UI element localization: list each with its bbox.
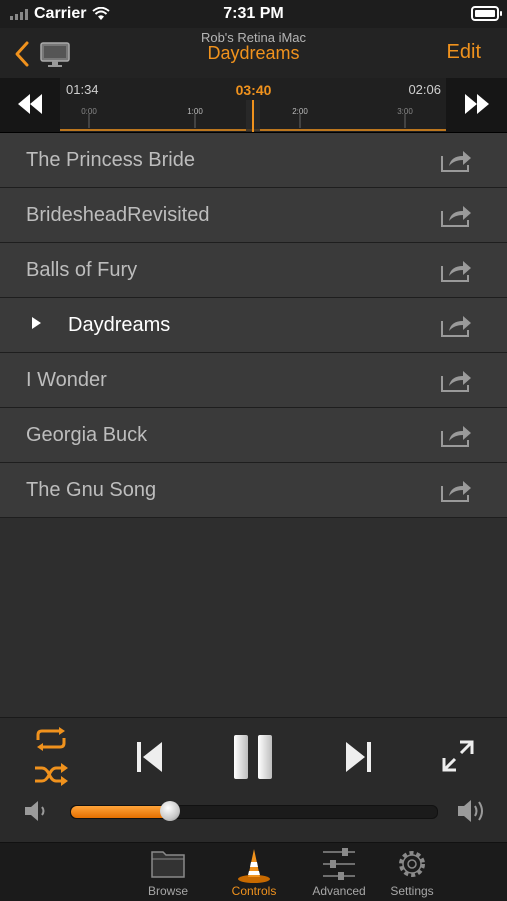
- nav-bar: Rob's Retina iMac Daydreams Edit: [0, 28, 507, 78]
- volume-low-icon[interactable]: [22, 798, 52, 824]
- tab-advanced[interactable]: Advanced: [301, 843, 377, 901]
- share-icon[interactable]: [439, 477, 473, 503]
- status-bar: Carrier 7:31 PM: [0, 0, 507, 28]
- battery-icon: [471, 6, 502, 21]
- playlist-item[interactable]: Georgia Buck: [0, 408, 507, 463]
- playlist-item[interactable]: The Gnu Song: [0, 463, 507, 518]
- cone-icon: [238, 849, 270, 883]
- tick-label: 3:00: [397, 107, 413, 116]
- tab-label: Advanced: [312, 884, 366, 898]
- timeline-ticks[interactable]: 0:00 1:00 2:00 3:00: [60, 100, 446, 132]
- shuffle-icon[interactable]: [32, 762, 70, 788]
- song-title: The Gnu Song: [26, 479, 157, 501]
- playback-controls: [0, 717, 507, 843]
- playlist-item[interactable]: The Princess Bride: [0, 133, 507, 188]
- song-title: Daydreams: [68, 314, 171, 336]
- tick-label: 1:00: [187, 107, 203, 116]
- song-title: I Wonder: [26, 369, 107, 391]
- tab-label: Controls: [231, 884, 277, 898]
- folder-icon: [151, 851, 185, 878]
- song-title: The Princess Bride: [26, 149, 195, 171]
- share-icon[interactable]: [439, 367, 473, 393]
- tab-browse[interactable]: Browse: [130, 843, 206, 901]
- now-playing-icon: [32, 317, 41, 329]
- gear-icon: [399, 851, 425, 877]
- tab-controls[interactable]: Controls: [216, 843, 292, 901]
- share-icon[interactable]: [439, 312, 473, 338]
- share-icon[interactable]: [439, 202, 473, 228]
- share-icon[interactable]: [439, 422, 473, 448]
- next-icon[interactable]: [342, 738, 374, 776]
- page-title: Daydreams: [207, 43, 300, 63]
- repeat-icon[interactable]: [32, 726, 70, 752]
- song-title: BridesheadRevisited: [26, 204, 210, 226]
- tab-bar: Browse Controls Advanced Settings: [0, 842, 507, 901]
- previous-icon[interactable]: [134, 738, 166, 776]
- volume-fill: [71, 806, 170, 818]
- playlist-item[interactable]: BridesheadRevisited: [0, 188, 507, 243]
- fast-forward-icon: [465, 94, 489, 114]
- remaining-time: 02:06: [408, 82, 441, 97]
- volume-slider[interactable]: [70, 801, 438, 821]
- tick-label: 2:00: [292, 107, 308, 116]
- tab-label: Settings: [390, 884, 434, 898]
- share-icon[interactable]: [439, 257, 473, 283]
- tab-label: Browse: [147, 884, 188, 898]
- song-title: Georgia Buck: [26, 424, 148, 446]
- song-title: Balls of Fury: [26, 259, 138, 281]
- playlist: The Princess Bride BridesheadRevisited B…: [0, 133, 507, 518]
- status-time: 7:31 PM: [223, 5, 284, 22]
- fullscreen-icon[interactable]: [440, 738, 476, 774]
- volume-knob[interactable]: [159, 801, 180, 821]
- playlist-item[interactable]: Balls of Fury: [0, 243, 507, 298]
- sliders-icon: [323, 848, 355, 880]
- share-icon[interactable]: [439, 147, 473, 173]
- playlist-item[interactable]: I Wonder: [0, 353, 507, 408]
- scrubber: 01:34 03:40 02:06 0:00 1:00 2:00 3:00: [0, 78, 507, 133]
- playlist-item-current[interactable]: Daydreams: [0, 298, 507, 353]
- tick-label: 0:00: [81, 107, 97, 116]
- pause-icon[interactable]: [230, 732, 276, 782]
- tab-settings[interactable]: Settings: [374, 843, 450, 901]
- fast-forward-button[interactable]: [457, 86, 497, 122]
- volume-high-icon[interactable]: [455, 796, 491, 826]
- edit-button[interactable]: Edit: [447, 41, 481, 64]
